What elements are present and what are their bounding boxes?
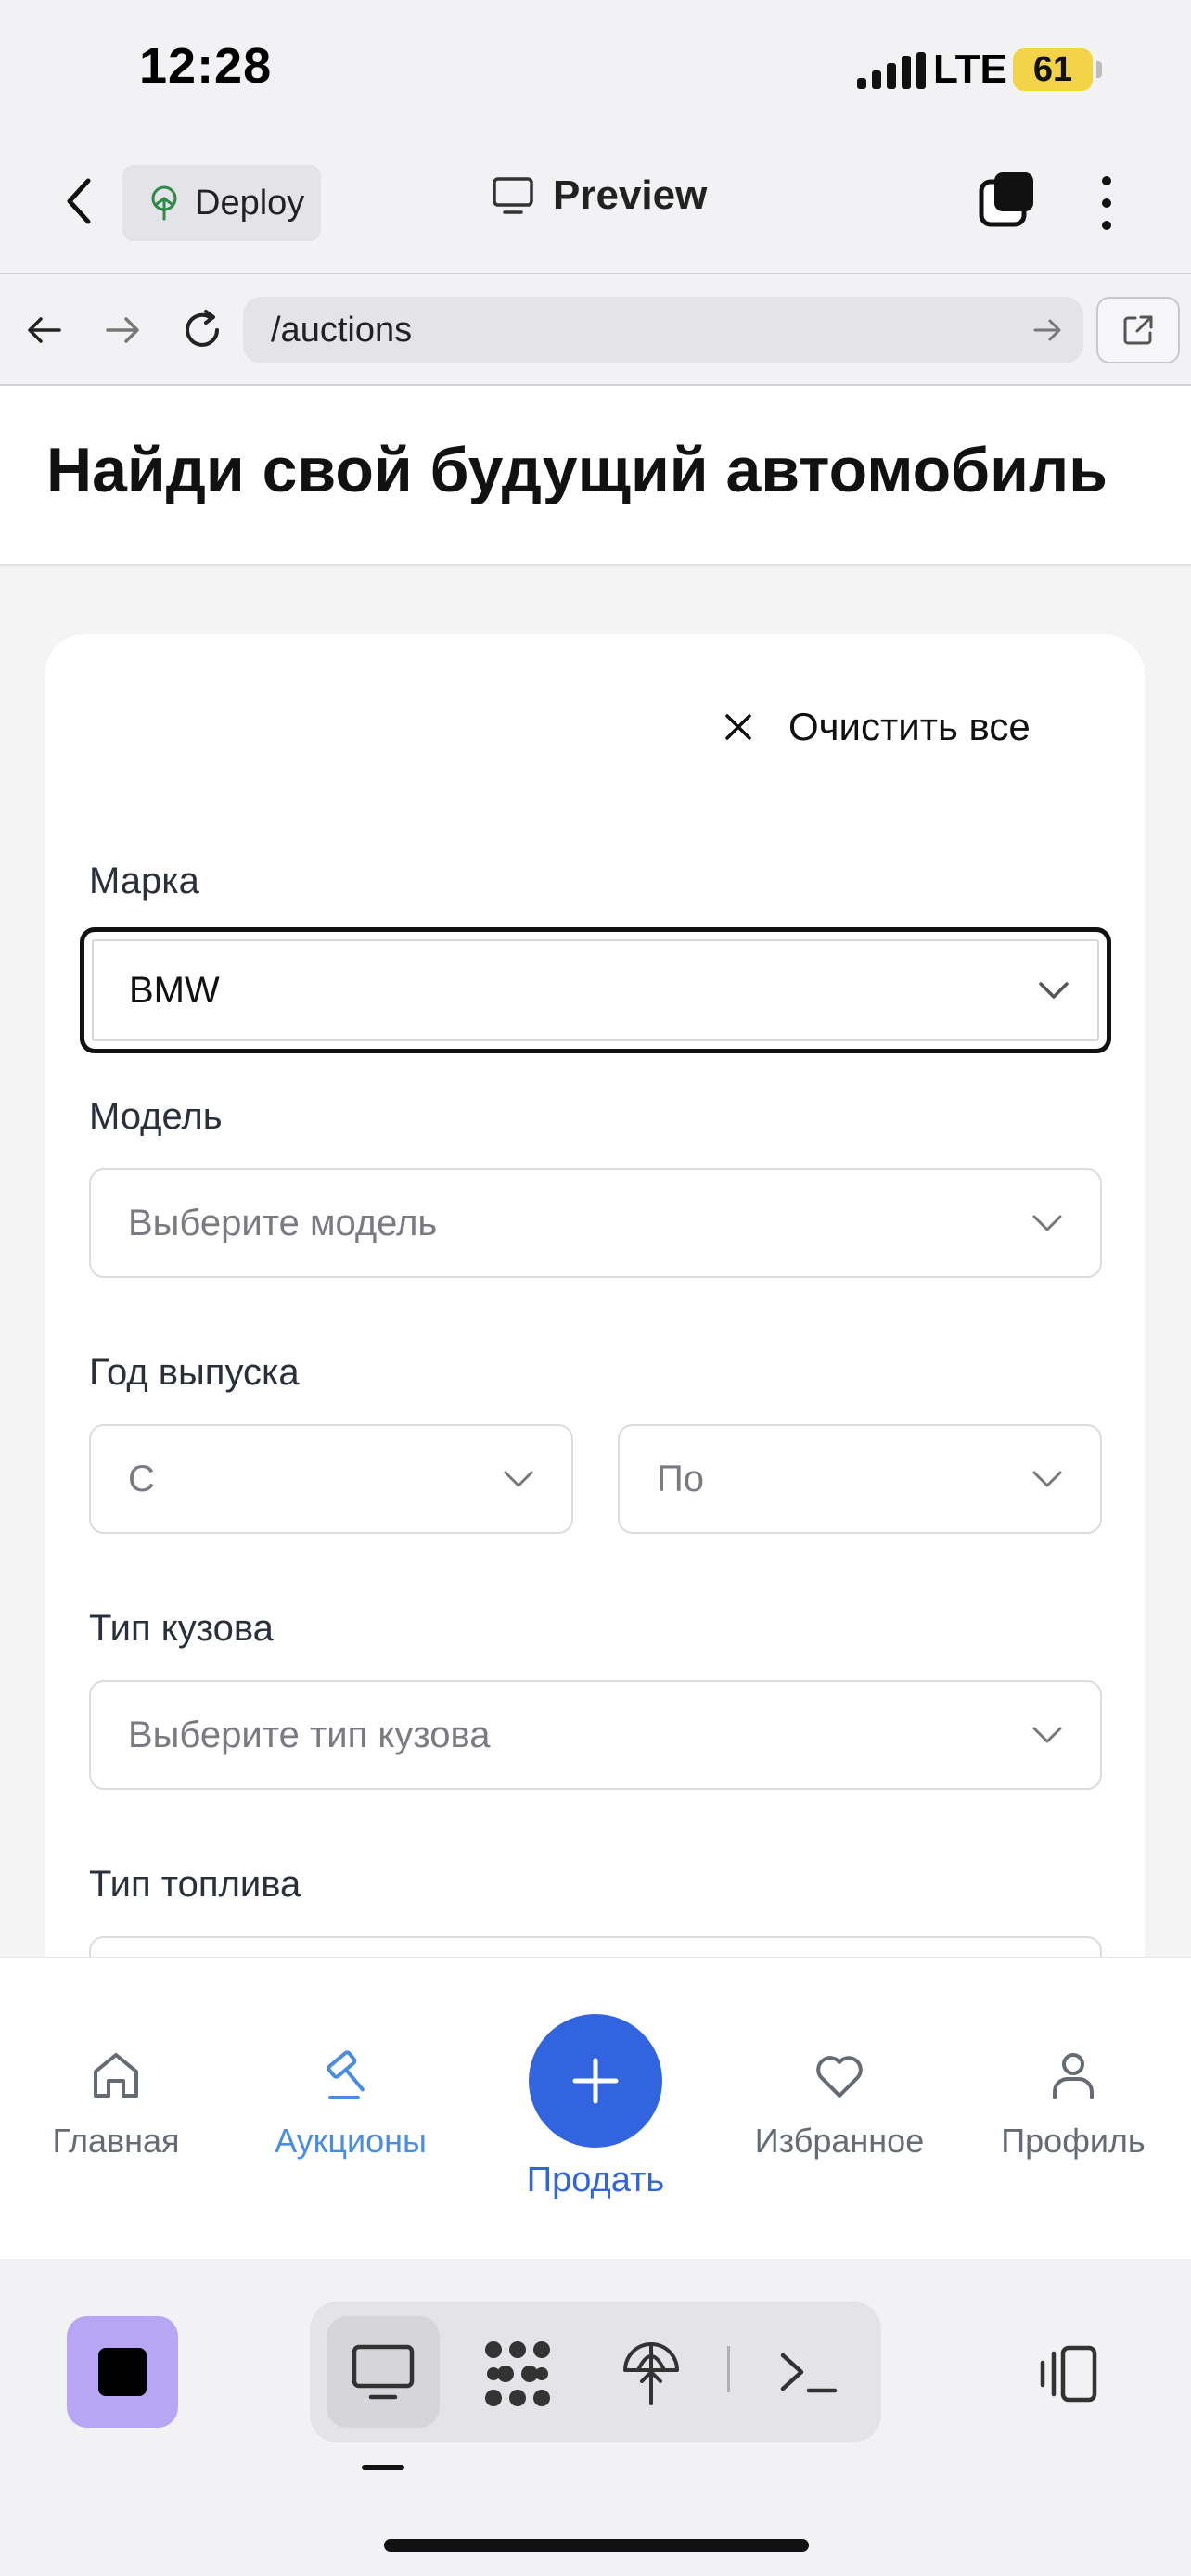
plus-icon — [572, 2058, 619, 2104]
user-icon — [1053, 2053, 1094, 2099]
deploy-button[interactable]: Deploy — [122, 165, 321, 241]
nav-profile-label: Профиль — [1001, 2122, 1146, 2160]
tabs-icon[interactable] — [978, 171, 1037, 230]
year-label: Год выпуска — [89, 1352, 300, 1393]
chevron-down-icon — [504, 1471, 533, 1487]
year-from-select[interactable]: С — [89, 1424, 573, 1534]
preview-tab-title: Preview — [492, 172, 707, 219]
network-icon[interactable] — [480, 2337, 555, 2411]
chevron-down-icon — [1032, 1727, 1062, 1743]
dock-divider — [727, 2346, 730, 2392]
preview-label: Preview — [553, 172, 708, 218]
terminal-icon[interactable] — [772, 2337, 846, 2411]
deploy-icon — [151, 185, 177, 221]
model-label: Модель — [89, 1096, 223, 1137]
body-type-label: Тип кузова — [89, 1608, 274, 1649]
chevron-down-icon — [1039, 982, 1069, 999]
body-type-select[interactable]: Выберите тип кузова — [89, 1680, 1102, 1790]
open-external-button[interactable] — [1096, 297, 1180, 363]
battery-level: 61 — [1032, 49, 1073, 89]
url-field[interactable]: /auctions — [243, 297, 1083, 363]
clear-all-button[interactable]: Очистить все — [724, 705, 1031, 749]
year-from-placeholder: С — [128, 1458, 155, 1499]
stop-icon — [98, 2348, 147, 2396]
body-type-placeholder: Выберите тип кузова — [128, 1714, 491, 1755]
nav-home-label: Главная — [52, 2122, 180, 2160]
more-icon[interactable] — [1083, 171, 1130, 236]
deploy-icon[interactable] — [614, 2337, 688, 2411]
stop-button[interactable] — [67, 2316, 178, 2428]
sell-label[interactable]: Продать — [501, 2161, 690, 2200]
heart-icon — [816, 2056, 863, 2098]
chevron-down-icon — [1032, 1471, 1062, 1487]
external-link-icon — [1123, 315, 1153, 345]
home-indicator — [384, 2539, 809, 2552]
filter-card — [45, 634, 1145, 2025]
arrow-right-icon[interactable] — [96, 304, 148, 356]
nav-favorites[interactable]: Избранное — [742, 2046, 937, 2161]
nav-favorites-label: Избранное — [754, 2122, 925, 2160]
home-icon — [94, 2053, 138, 2098]
dock-preview-button[interactable] — [327, 2316, 440, 2428]
back-icon — [67, 178, 91, 224]
make-select[interactable]: BMW — [80, 927, 1111, 1053]
battery-icon: 61 — [1013, 48, 1093, 91]
reload-icon[interactable] — [176, 304, 228, 356]
status-time: 12:28 — [139, 38, 273, 94]
sell-button[interactable] — [529, 2014, 662, 2148]
arrow-left-icon[interactable] — [19, 304, 70, 356]
monitor-icon — [493, 177, 533, 214]
nav-home[interactable]: Главная — [37, 2046, 195, 2161]
network-type: LTE — [933, 46, 1007, 92]
model-placeholder: Выберите модель — [128, 1202, 438, 1243]
deploy-label: Deploy — [195, 183, 305, 223]
model-select[interactable]: Выберите модель — [89, 1168, 1102, 1278]
nav-profile[interactable]: Профиль — [994, 2046, 1152, 2161]
back-button[interactable] — [52, 169, 108, 234]
layout-icon[interactable] — [1031, 2337, 1106, 2411]
go-icon[interactable] — [1030, 312, 1067, 349]
year-to-placeholder: По — [657, 1458, 704, 1499]
nav-auctions-label: Аукционы — [275, 2122, 427, 2160]
close-icon — [725, 714, 751, 740]
year-to-select[interactable]: По — [618, 1424, 1102, 1534]
url-text: /auctions — [271, 310, 413, 350]
page-title: Найди свой будущий автомобиль — [46, 435, 1108, 505]
nav-auctions[interactable]: Аукционы — [260, 2046, 442, 2161]
signal-icon — [857, 52, 926, 89]
battery-cap — [1096, 61, 1102, 78]
fuel-type-label: Тип топлива — [89, 1864, 301, 1905]
active-tab-indicator — [362, 2465, 404, 2470]
make-label: Марка — [89, 861, 199, 901]
monitor-icon — [352, 2344, 415, 2400]
make-value: BMW — [129, 969, 220, 1011]
chevron-down-icon — [1032, 1215, 1062, 1231]
gavel-icon — [327, 2050, 365, 2099]
clear-all-label: Очистить все — [788, 705, 1031, 748]
